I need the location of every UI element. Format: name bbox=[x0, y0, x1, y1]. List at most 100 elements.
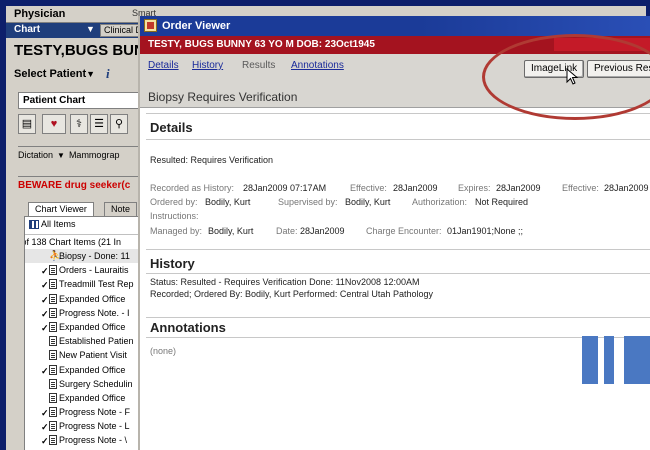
patient-alert: BEWARE drug seeker(c bbox=[18, 176, 142, 191]
list-item-label: Biopsy - Done: 11 bbox=[59, 251, 130, 261]
list-item-label: New Patient Visit bbox=[59, 350, 127, 361]
tab-chart-viewer[interactable]: Chart Viewer bbox=[28, 202, 94, 216]
info-icon[interactable]: i bbox=[106, 66, 110, 82]
all-items-label: All Items bbox=[41, 219, 76, 229]
people-icon[interactable]: ☰ bbox=[90, 114, 108, 134]
tab-details[interactable]: Details bbox=[148, 60, 179, 71]
divider bbox=[146, 249, 650, 250]
window-titlebar[interactable]: Order Viewer bbox=[140, 16, 650, 36]
date-label: Date: bbox=[276, 226, 298, 236]
check-icon: ✓ bbox=[41, 436, 49, 447]
effective2-value: 28Jan2009 bbox=[604, 183, 649, 193]
history-line-2: Recorded; Ordered By: Bodily, Kurt Perfo… bbox=[150, 289, 433, 299]
list-item-label: Treadmill Test Rep bbox=[59, 279, 134, 290]
chart-tabs: Chart Viewer Note bbox=[24, 202, 142, 216]
doc-icon bbox=[49, 307, 57, 318]
annotations-heading: Annotations bbox=[150, 320, 226, 335]
check-icon: ✓ bbox=[41, 308, 49, 319]
list-item[interactable]: Expanded Office bbox=[25, 391, 141, 405]
app-title: Physician bbox=[14, 8, 66, 20]
print-icon[interactable]: ▤ bbox=[18, 114, 36, 134]
list-item-label: Expanded Office bbox=[59, 293, 126, 304]
tab-results[interactable]: Results bbox=[242, 60, 275, 71]
charge-encounter-value: 01Jan1901;None ;; bbox=[447, 226, 524, 236]
list-item[interactable]: ✓ Expanded Office bbox=[25, 363, 141, 377]
list-item[interactable]: ✓ Progress Note - L bbox=[25, 419, 141, 433]
decorative-bar bbox=[624, 336, 650, 384]
previous-results-button[interactable]: Previous Resu bbox=[587, 60, 650, 78]
check-icon: ✓ bbox=[41, 294, 49, 305]
divider bbox=[146, 337, 650, 338]
check-icon: ✓ bbox=[41, 322, 49, 333]
supervised-by-label: Supervised by: bbox=[278, 197, 338, 207]
dictation-value[interactable]: Mammograp bbox=[69, 150, 120, 160]
recorded-as-history-label: Recorded as History: bbox=[150, 183, 235, 193]
history-line-1: Status: Resulted - Requires Verification… bbox=[150, 277, 420, 287]
effective-label: Effective: bbox=[350, 183, 387, 193]
check-icon: ✓ bbox=[41, 280, 49, 291]
ordered-by-label: Ordered by: bbox=[150, 197, 198, 207]
list-item[interactable]: New Patient Visit bbox=[25, 348, 141, 362]
doc-icon bbox=[49, 364, 57, 375]
items-count: 42 of 138 Chart Items (21 In bbox=[25, 237, 122, 247]
person-icon: ⛹ bbox=[49, 251, 62, 262]
list-item[interactable]: Surgery Schedulin bbox=[25, 377, 141, 391]
window-title: Order Viewer bbox=[162, 20, 231, 32]
chevron-down-icon[interactable]: ▼ bbox=[57, 151, 65, 160]
decorative-bar bbox=[604, 336, 614, 384]
doc-icon bbox=[49, 378, 57, 389]
list-item-label: Expanded Office bbox=[59, 364, 126, 375]
mouse-cursor-icon bbox=[566, 68, 579, 85]
divider bbox=[146, 273, 650, 274]
list-item-label: Progress Note - F bbox=[59, 407, 131, 418]
list-item[interactable]: ✓ Progress Note - \ bbox=[25, 433, 141, 447]
recorded-as-history-value: 28Jan2009 07:17AM bbox=[243, 183, 327, 193]
check-icon: ✓ bbox=[41, 422, 49, 433]
list-item[interactable]: ✓ Progress Note - F bbox=[25, 405, 141, 419]
tool-icon[interactable]: ⚕ bbox=[70, 114, 88, 134]
divider bbox=[146, 139, 650, 140]
doc-icon bbox=[49, 279, 57, 290]
list-item-label: Expanded Office bbox=[59, 321, 126, 332]
patient-chart-label: Patient Chart bbox=[18, 92, 142, 109]
list-item[interactable]: ✓ Orders - Lauraitis bbox=[25, 263, 141, 277]
tab-note[interactable]: Note bbox=[104, 202, 138, 216]
managed-by-label: Managed by: bbox=[150, 226, 203, 236]
select-patient-button[interactable]: Select Patient▼ bbox=[14, 68, 95, 80]
divider bbox=[146, 113, 650, 114]
list-item[interactable]: ✓ Progress Note. - I bbox=[25, 306, 141, 320]
patient-name: TESTY,BUGS BUN bbox=[14, 42, 145, 59]
list-item[interactable]: ⛹ Biopsy - Done: 11 bbox=[25, 249, 141, 264]
list-item-label: Progress Note - L bbox=[59, 421, 130, 432]
authorization-label: Authorization: bbox=[412, 197, 468, 207]
decorative-bar bbox=[582, 336, 598, 384]
chart-menu[interactable]: Chart bbox=[14, 24, 40, 35]
list-item[interactable]: ✓ Treadmill Test Rep bbox=[25, 277, 141, 291]
banner-right-box bbox=[554, 38, 650, 51]
list-item[interactable]: ✓ Expanded Office bbox=[25, 292, 141, 306]
doc-icon bbox=[49, 435, 57, 446]
list-item[interactable]: Established Patien bbox=[25, 334, 141, 348]
check-icon: ✓ bbox=[41, 408, 49, 419]
details-heading: Details bbox=[150, 120, 193, 135]
dictation-label[interactable]: Dictation bbox=[18, 150, 53, 160]
order-content: Details Resulted: Requires Verification … bbox=[140, 109, 650, 450]
check-icon: ✓ bbox=[41, 266, 49, 277]
tab-annotations[interactable]: Annotations bbox=[291, 60, 344, 71]
person-icon[interactable]: ⚲ bbox=[110, 114, 128, 134]
list-item[interactable]: ✓ Expanded Office bbox=[25, 320, 141, 334]
ordered-by-value: Bodily, Kurt bbox=[205, 197, 251, 207]
chevron-down-icon[interactable]: ▼ bbox=[86, 24, 98, 36]
list-item-label: Expanded Office bbox=[59, 392, 126, 403]
all-items-row[interactable]: All Items bbox=[25, 217, 141, 235]
doc-icon bbox=[49, 421, 57, 432]
doc-icon bbox=[49, 336, 57, 347]
tab-history[interactable]: History bbox=[192, 60, 223, 71]
list-item-label: Surgery Schedulin bbox=[59, 378, 133, 389]
heart-menu-icon[interactable]: ♥ bbox=[42, 114, 66, 134]
charge-encounter-label: Charge Encounter: bbox=[366, 226, 442, 236]
chevron-down-icon: ▼ bbox=[86, 69, 96, 79]
date-value: 28Jan2009 bbox=[300, 226, 345, 236]
list-item-label: Progress Note. - I bbox=[59, 307, 130, 318]
order-viewer-window: Order Viewer TESTY, BUGS BUNNY 63 YO M D… bbox=[138, 16, 650, 450]
